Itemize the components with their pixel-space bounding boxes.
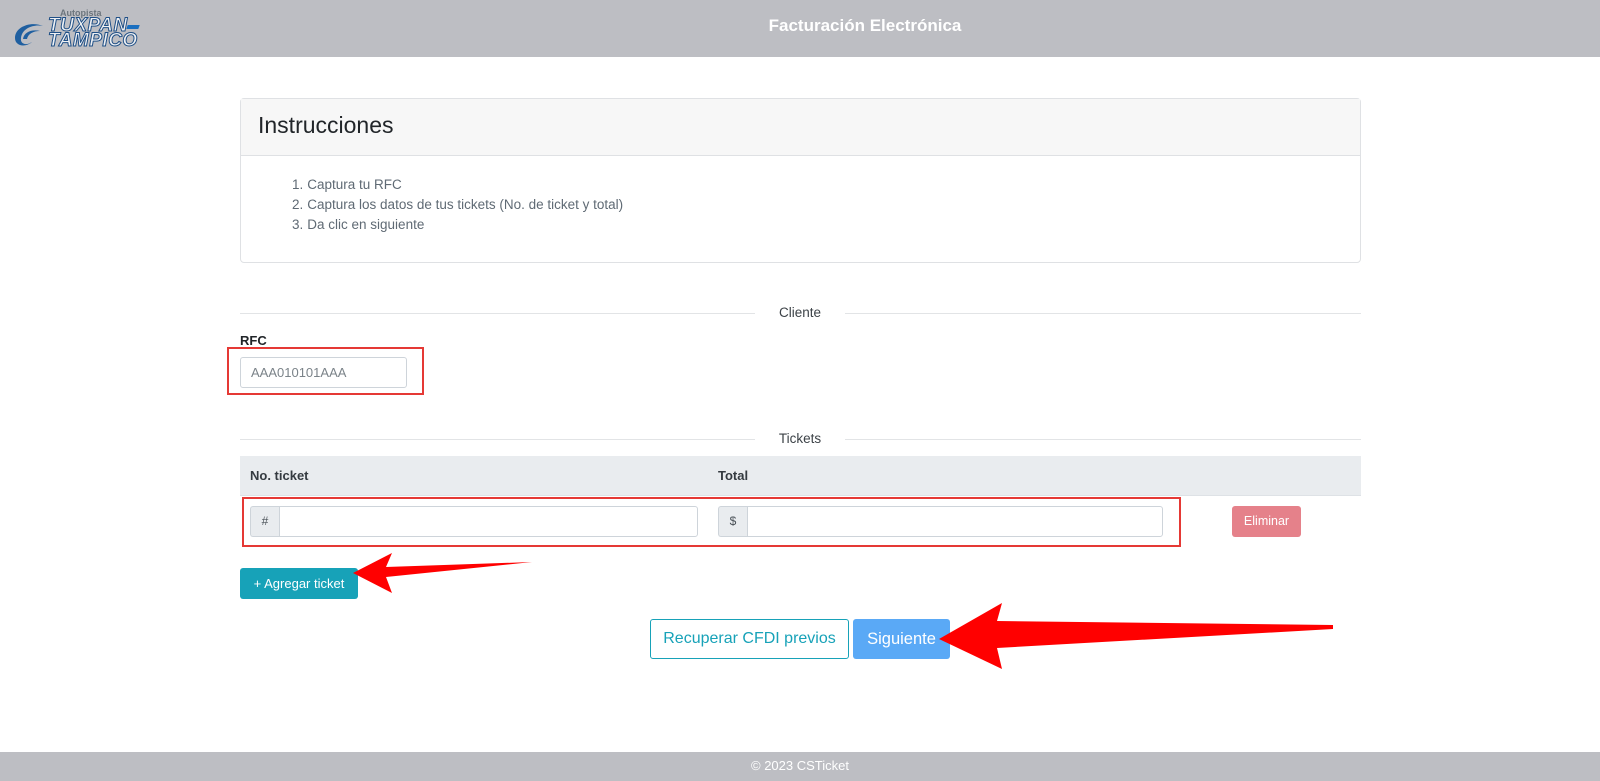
tickets-table-header: No. ticket Total [240, 456, 1361, 496]
instruction-step: 3. Da clic en siguiente [292, 217, 425, 232]
total-currency-addon: $ [718, 506, 747, 537]
next-button[interactable]: Siguiente [853, 619, 950, 659]
instructions-title: Instrucciones [241, 99, 1360, 156]
instruction-step: 2. Captura los datos de tus tickets (No. … [292, 197, 624, 212]
divider-line [240, 313, 755, 314]
annotation-arrow-icon [939, 603, 1333, 669]
ticket-number-addon: # [250, 506, 279, 537]
ticket-number-input[interactable] [279, 506, 698, 537]
divider-line [845, 313, 1361, 314]
divider-line [240, 439, 755, 440]
column-header-ticket: No. ticket [250, 468, 309, 483]
tickets-section-divider: Tickets [240, 429, 1361, 449]
instructions-body: 1. Captura tu RFC 2. Captura los datos de … [241, 156, 1360, 235]
cliente-section-label: Cliente [778, 305, 822, 320]
instructions-card: Instrucciones 1. Captura tu RFC 2. Captura… [240, 98, 1361, 263]
rfc-label: RFC [240, 333, 267, 348]
top-header: Autopista TUXPAN TAMPICO Facturación Ele… [0, 0, 1600, 57]
page-footer: © 2023 CSTicket [0, 752, 1600, 781]
annotation-arrow-icon [353, 553, 532, 593]
add-ticket-button[interactable]: + Agregar ticket [240, 568, 358, 599]
instructions-list: 1. Captura tu RFC 2. Captura los datos de … [292, 175, 1360, 235]
rfc-input[interactable] [240, 357, 407, 388]
instruction-step: 1. Captura tu RFC [292, 177, 402, 192]
app-title: Facturación Electrónica [768, 16, 962, 35]
tickets-section-label: Tickets [778, 431, 822, 446]
divider-line [845, 439, 1361, 440]
recover-cfdi-button[interactable]: Recuperar CFDI previos [650, 619, 849, 659]
column-header-total: Total [718, 468, 749, 483]
cliente-section-divider: Cliente [240, 303, 1361, 323]
delete-ticket-button[interactable]: Eliminar [1232, 506, 1301, 537]
ticket-total-input[interactable] [747, 506, 1163, 537]
